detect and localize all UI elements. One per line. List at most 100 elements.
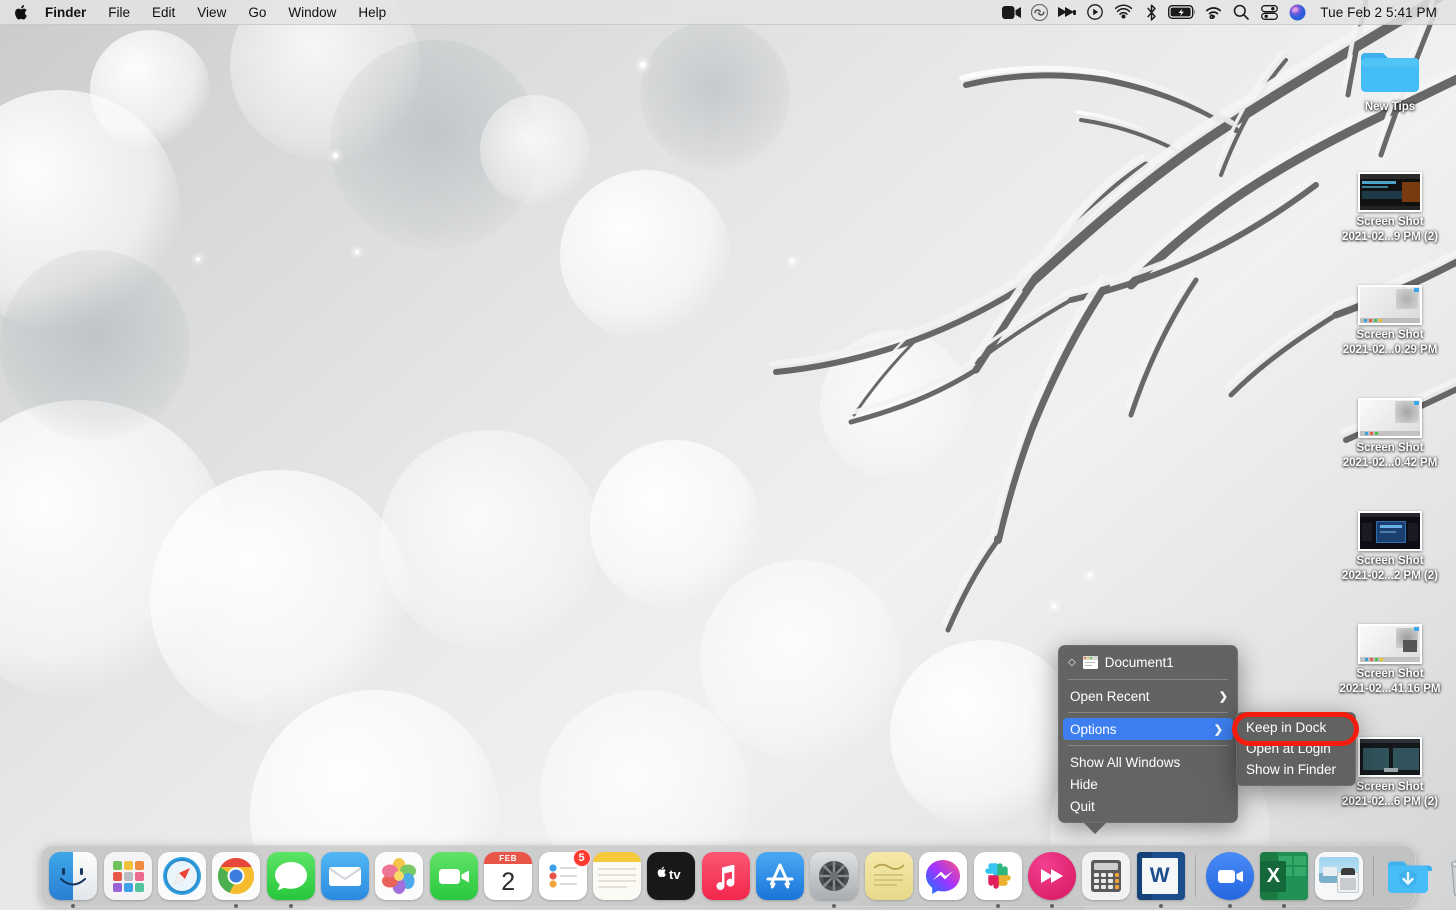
dock-item-microsoft-word[interactable]: W [1137,852,1185,900]
siri-icon[interactable] [1283,0,1311,25]
document-window-icon [1083,656,1098,669]
context-menu-item-show-all-windows[interactable]: Show All Windows [1058,751,1238,773]
desktop-icon-screenshot-3[interactable]: Screen Shot 2021-02...0.42 PM [1330,376,1450,471]
creative-cloud-icon[interactable] [1025,0,1053,25]
desktop-icon-screenshot-4[interactable]: Screen Shot 2021-02...2 PM (2) [1330,489,1450,584]
context-menu-title-row[interactable]: ◇ Document1 [1058,650,1238,674]
zoom-videocamera-icon[interactable] [997,0,1025,25]
wifi-icon[interactable] [1199,0,1227,25]
context-menu-title: Document1 [1105,655,1228,670]
desktop-icon-label-line2: 2021-02...41.16 PM [1330,682,1450,697]
dock-item-facetime[interactable] [430,852,478,900]
menu-separator [1068,679,1228,680]
context-menu-item-quit[interactable]: Quit [1058,795,1238,817]
context-menu-item-open-recent[interactable]: Open Recent ❯ [1058,685,1238,707]
desktop-icon-label-line2: 2021-02...0.29 PM [1330,343,1450,358]
dock-item-messages[interactable] [267,852,315,900]
safari-icon [158,852,206,900]
transfer-arrows-icon [1028,852,1076,900]
calculator-icon [1082,852,1130,900]
desktop-icon-screenshot-2[interactable]: Screen Shot 2021-02...0.29 PM [1330,263,1450,358]
dock-item-calendar[interactable]: FEB 2 [484,852,532,900]
dock-item-notes[interactable] [593,852,641,900]
submenu-item-keep-in-dock[interactable]: Keep in Dock [1236,717,1356,738]
dock-separator-2 [1373,855,1374,897]
dock-item-finder[interactable] [49,852,97,900]
dock-item-zoom[interactable] [1206,852,1254,900]
screenshot-thumbnail-light [1358,285,1422,325]
notes-icon [593,852,641,900]
dock-item-image-capture[interactable] [1315,852,1363,900]
running-indicator [289,904,293,908]
dock-item-stickies[interactable] [865,852,913,900]
menu-bar-clock[interactable]: Tue Feb 2 5:41 PM [1311,5,1444,20]
submenu-item-open-at-login[interactable]: Open at Login [1236,738,1356,759]
bluetooth-icon[interactable] [1137,0,1165,25]
dock-item-microsoft-excel[interactable]: X [1260,852,1308,900]
excel-letter: X [1260,861,1286,892]
screenshot-thumbnail-dark [1358,172,1422,212]
airplay-broadcast-icon[interactable] [1109,0,1137,25]
menu-edit[interactable]: Edit [141,0,186,24]
context-menu-item-hide[interactable]: Hide [1058,773,1238,795]
desktop-icon-screenshot-1[interactable]: Screen Shot 2021-02...9 PM (2) [1330,150,1450,245]
desktop-icon-label-line1: Screen Shot [1330,215,1450,230]
dock-item-photos[interactable] [375,852,423,900]
context-menu-pointer-tail [1084,823,1106,834]
dock-item-calculator[interactable] [1082,852,1130,900]
menu-view[interactable]: View [186,0,237,24]
dock-item-chrome[interactable] [212,852,260,900]
dock-item-launchpad[interactable] [104,852,152,900]
thumbnail-wrap [1330,602,1450,664]
dock-item-safari[interactable] [158,852,206,900]
dock-item-reminders[interactable]: 5 [539,852,587,900]
menu-finder[interactable]: Finder [43,0,97,24]
apple-logo-icon[interactable] [0,4,43,21]
desktop-icon-new-tips-folder[interactable]: New Tips [1330,35,1450,115]
trash-icon [1439,852,1456,900]
facetime-icon [430,852,478,900]
spotlight-search-icon[interactable] [1227,0,1255,25]
thumbnail-wrap [1330,263,1450,325]
slack-icon [974,852,1022,900]
running-indicator [1050,904,1054,908]
dock-item-messenger[interactable] [919,852,967,900]
menu-bar-left: Finder File Edit View Go Window Help [0,0,397,24]
menu-window[interactable]: Window [277,0,347,24]
battery-charging-icon[interactable] [1165,0,1199,25]
desktop-icon-label-line2: 2021-02...9 PM (2) [1330,230,1450,245]
menu-file[interactable]: File [97,0,141,24]
desktop-icon-screenshot-5[interactable]: Screen Shot 2021-02...41.16 PM [1330,602,1450,697]
play-circle-icon[interactable] [1081,0,1109,25]
context-menu-item-options[interactable]: Options ❯ [1063,718,1233,740]
menu-item-label: Open Recent [1070,689,1211,704]
image-capture-icon [1315,852,1363,900]
menu-go[interactable]: Go [237,0,277,24]
dock-item-trash[interactable] [1439,852,1456,900]
dock-item-system-preferences[interactable] [810,852,858,900]
control-center-icon[interactable] [1255,0,1283,25]
menu-help[interactable]: Help [347,0,397,24]
desktop-icon-label-line1: Screen Shot [1330,667,1450,682]
dock-item-slack[interactable] [974,852,1022,900]
running-indicator [1282,904,1286,908]
dock-item-transfer-app[interactable] [1028,852,1076,900]
dock-item-mail[interactable] [321,852,369,900]
downloads-folder-icon [1384,852,1432,900]
menu-separator [1068,745,1228,746]
submenu-item-show-in-finder[interactable]: Show in Finder [1236,759,1356,780]
blue-folder-icon [1359,47,1421,97]
running-indicator [996,904,1000,908]
dock-item-appletv[interactable]: tv [647,852,695,900]
appletv-icon: tv [647,852,695,900]
desktop-icon-label: New Tips [1330,100,1450,115]
chrome-icon [212,852,260,900]
dock-item-music[interactable] [702,852,750,900]
calendar-month: FEB [484,852,532,864]
fast-forward-arrows-icon[interactable] [1053,0,1081,25]
menu-bar: Finder File Edit View Go Window Help [0,0,1456,25]
dock-item-downloads-folder[interactable] [1384,852,1432,900]
microsoft-word-icon: W [1137,852,1185,900]
dock-item-appstore[interactable] [756,852,804,900]
reminders-badge: 5 [573,849,591,867]
